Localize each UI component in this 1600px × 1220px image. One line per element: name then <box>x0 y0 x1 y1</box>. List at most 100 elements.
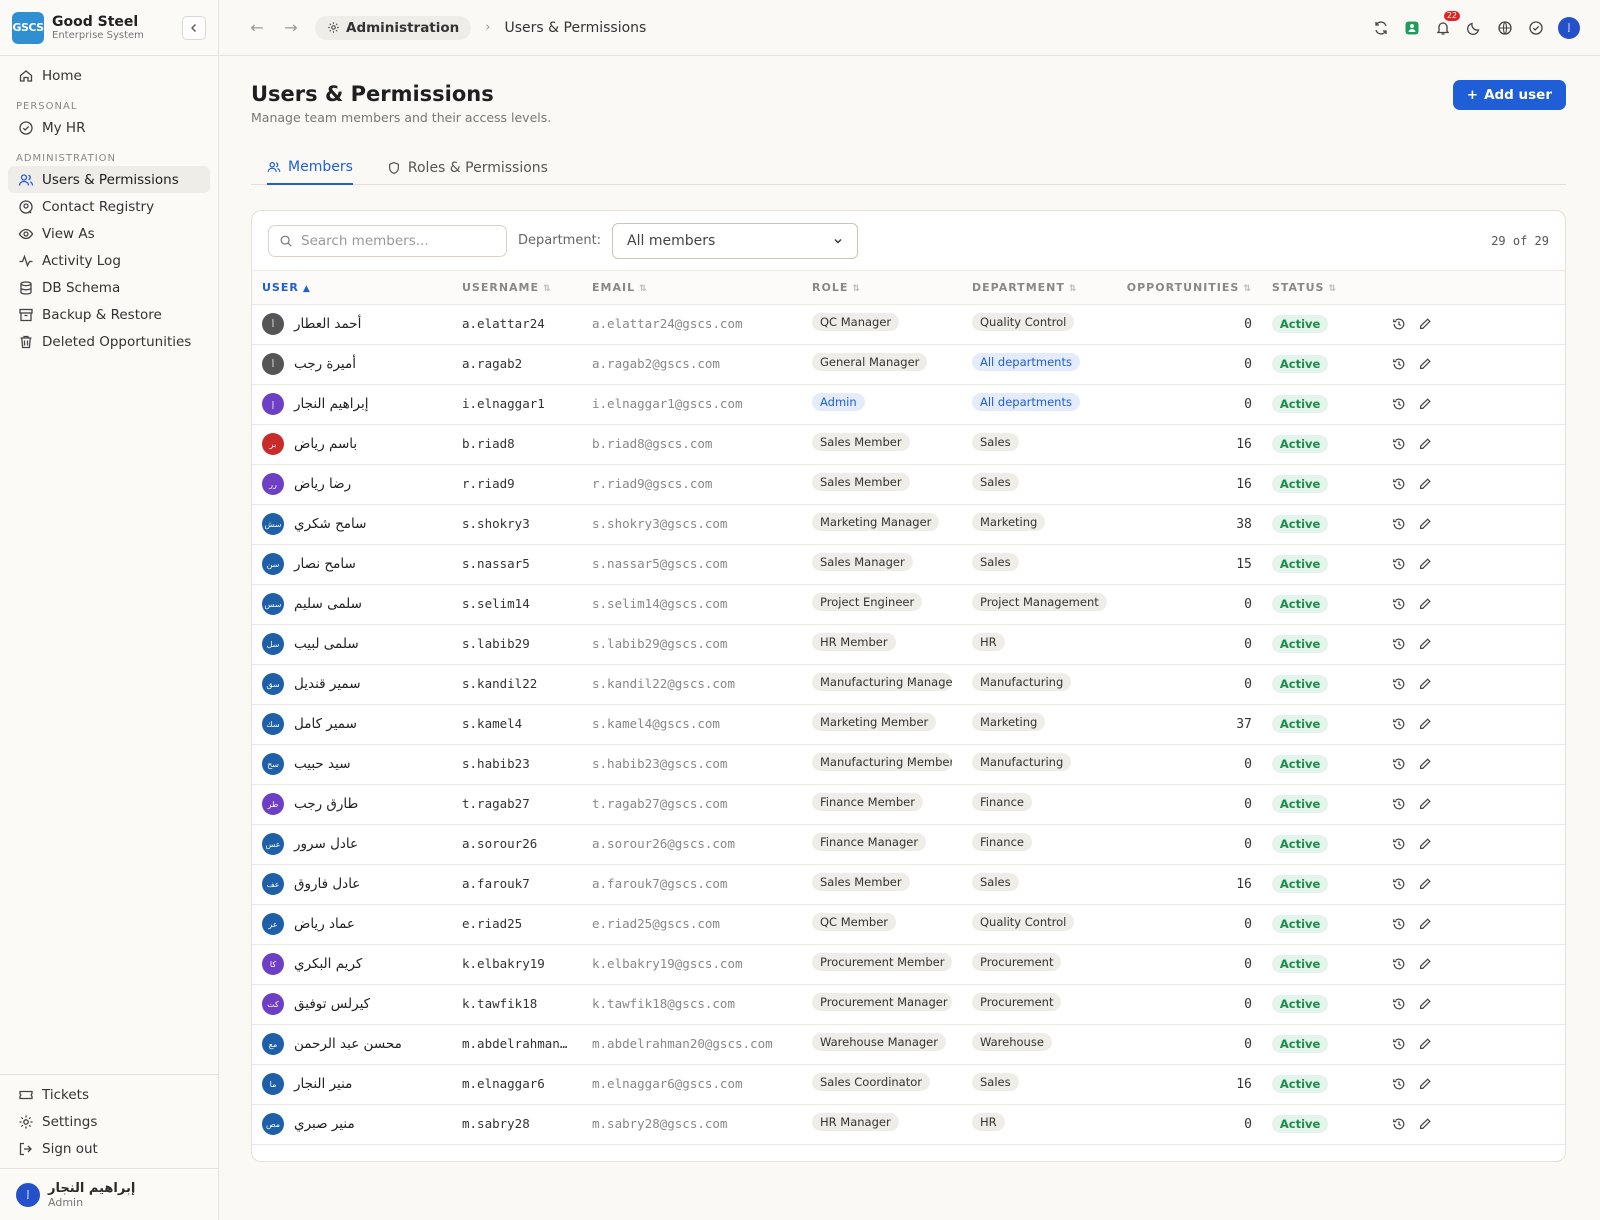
history-icon[interactable] <box>1392 477 1406 491</box>
sidebar-item-db-schema[interactable]: DB Schema <box>8 274 210 301</box>
edit-pencil-icon[interactable] <box>1418 957 1432 971</box>
add-user-button[interactable]: + Add user <box>1452 80 1566 110</box>
edit-pencil-icon[interactable] <box>1418 1117 1432 1131</box>
edit-pencil-icon[interactable] <box>1418 597 1432 611</box>
table-row[interactable]: سك سمير كامل s.kamel4 s.kamel4@gscs.com Mark… <box>252 704 1565 745</box>
user-profile[interactable]: إ إبراهيم النجار Admin <box>0 1168 218 1220</box>
table-row[interactable]: مص منير صبري m.sabry28 m.sabry28@gscs.com HR… <box>252 1104 1565 1145</box>
table-row[interactable]: سش سامح شكري s.shokry3 s.shokry3@gscs.com Ma… <box>252 504 1565 545</box>
hr-app-icon[interactable] <box>1403 19 1421 37</box>
edit-pencil-icon[interactable] <box>1418 397 1432 411</box>
column-header-department[interactable]: DEPARTMENT ⇅ <box>962 271 1117 305</box>
edit-pencil-icon[interactable] <box>1418 1077 1432 1091</box>
sidebar-item-contact-registry[interactable]: Contact Registry <box>8 193 210 220</box>
avatar[interactable]: إ <box>1558 16 1580 39</box>
history-icon[interactable] <box>1392 557 1406 571</box>
column-header-role[interactable]: ROLE ⇅ <box>802 271 962 305</box>
table-row[interactable]: إ إبراهيم النجار i.elnaggar1 i.elnaggar1@gs… <box>252 384 1565 425</box>
sidebar-item-view-as[interactable]: View As <box>8 220 210 247</box>
moon-icon[interactable] <box>1465 19 1483 37</box>
edit-pencil-icon[interactable] <box>1418 757 1432 771</box>
notifications-bell-icon[interactable]: 22 <box>1434 10 1460 37</box>
edit-pencil-icon[interactable] <box>1418 557 1432 571</box>
history-icon[interactable] <box>1392 677 1406 691</box>
history-icon[interactable] <box>1392 637 1406 651</box>
history-icon[interactable] <box>1392 317 1406 331</box>
table-row[interactable]: كت كيرلس توفيق k.tawfik18 k.tawfik18@gscs.c… <box>252 984 1565 1025</box>
edit-pencil-icon[interactable] <box>1418 1037 1432 1051</box>
edit-pencil-icon[interactable] <box>1418 677 1432 691</box>
history-icon[interactable] <box>1392 597 1406 611</box>
table-row[interactable]: سس سلمى سليم s.selim14 s.selim14@gscs.com Pr… <box>252 584 1565 625</box>
sidebar-item-tickets[interactable]: Tickets <box>8 1081 210 1108</box>
edit-pencil-icon[interactable] <box>1418 637 1432 651</box>
check-circle-icon[interactable] <box>1527 19 1545 37</box>
history-icon[interactable] <box>1392 757 1406 771</box>
history-icon[interactable] <box>1392 837 1406 851</box>
table-row[interactable]: عس عادل سرور a.sorour26 a.sorour26@gscs.com… <box>252 824 1565 865</box>
edit-pencil-icon[interactable] <box>1418 437 1432 451</box>
collapse-sidebar-button[interactable] <box>182 15 206 40</box>
edit-pencil-icon[interactable] <box>1418 357 1432 371</box>
table-row[interactable]: بر باسم رياض b.riad8 b.riad8@gscs.com Sales … <box>252 424 1565 465</box>
back-arrow-icon[interactable]: ← <box>247 18 267 37</box>
history-icon[interactable] <box>1392 357 1406 371</box>
sidebar-item-my-hr[interactable]: My HR <box>8 114 210 141</box>
edit-pencil-icon[interactable] <box>1418 837 1432 851</box>
sidebar-item-sign-out[interactable]: Sign out <box>8 1135 210 1162</box>
globe-icon[interactable] <box>1496 19 1514 37</box>
column-header-opportunities[interactable]: OPPORTUNITIES ⇅ <box>1116 271 1262 305</box>
history-icon[interactable] <box>1392 717 1406 731</box>
history-icon[interactable] <box>1392 397 1406 411</box>
table-row[interactable]: سل سلمى لبيب s.labib29 s.labib29@gscs.com HR… <box>252 624 1565 665</box>
tab-members[interactable]: Members <box>267 145 353 185</box>
history-icon[interactable] <box>1392 957 1406 971</box>
sidebar-item-backup-restore[interactable]: Backup & Restore <box>8 301 210 328</box>
avatar: سل <box>262 633 284 655</box>
forward-arrow-icon[interactable]: → <box>281 18 301 37</box>
history-icon[interactable] <box>1392 437 1406 451</box>
sidebar-item-activity-log[interactable]: Activity Log <box>8 247 210 274</box>
column-header-status[interactable]: STATUS ⇅ <box>1261 271 1382 305</box>
edit-pencil-icon[interactable] <box>1418 877 1432 891</box>
table-row[interactable]: سق سمير قنديل s.kandil22 s.kandil22@gscs.co… <box>252 664 1565 705</box>
edit-pencil-icon[interactable] <box>1418 717 1432 731</box>
history-icon[interactable] <box>1392 877 1406 891</box>
column-header-user[interactable]: USER ▲ <box>252 271 452 305</box>
edit-pencil-icon[interactable] <box>1418 797 1432 811</box>
sidebar-item-settings[interactable]: Settings <box>8 1108 210 1135</box>
department-select[interactable]: All members <box>612 222 859 259</box>
table-row[interactable]: مع محسن عبد الرحمن m.abdelrahman… m.abdelra… <box>252 1024 1565 1065</box>
table-row[interactable]: سن سامح نصار s.nassar5 s.nassar5@gscs.com Sa… <box>252 544 1565 585</box>
table-row[interactable]: رر رضا رياض r.riad9 r.riad9@gscs.com Sales M… <box>252 464 1565 505</box>
edit-pencil-icon[interactable] <box>1418 517 1432 531</box>
history-icon[interactable] <box>1392 517 1406 531</box>
edit-pencil-icon[interactable] <box>1418 477 1432 491</box>
history-icon[interactable] <box>1392 1077 1406 1091</box>
column-header-email[interactable]: EMAIL ⇅ <box>582 271 802 305</box>
column-header-username[interactable]: USERNAME ⇅ <box>452 271 582 305</box>
table-row[interactable]: أ أميرة رجب a.ragab2 a.ragab2@gscs.com Gener… <box>252 344 1565 385</box>
edit-pencil-icon[interactable] <box>1418 997 1432 1011</box>
table-row[interactable]: سح سيد حبيب s.habib23 s.habib23@gscs.com Man… <box>252 744 1565 785</box>
sidebar-item-users-permissions[interactable]: Users & Permissions <box>8 166 210 193</box>
search-input[interactable]: Search members... <box>268 224 507 257</box>
history-icon[interactable] <box>1392 1037 1406 1051</box>
table-row[interactable]: أ أحمد العطار a.elattar24 a.elattar24@gscs.… <box>252 304 1565 345</box>
refresh-icon[interactable] <box>1372 19 1390 37</box>
table-row[interactable]: ما منير النجار m.elnaggar6 m.elnaggar6@gscs… <box>252 1064 1565 1105</box>
history-icon[interactable] <box>1392 797 1406 811</box>
history-icon[interactable] <box>1392 1117 1406 1131</box>
edit-pencil-icon[interactable] <box>1418 317 1432 331</box>
history-icon[interactable] <box>1392 997 1406 1011</box>
tab-roles-permissions[interactable]: Roles & Permissions <box>387 145 548 185</box>
table-row[interactable]: طر طارق رجب t.ragab27 t.ragab27@gscs.com Fin… <box>252 784 1565 825</box>
table-row[interactable]: عر عماد رياض e.riad25 e.riad25@gscs.com QC M… <box>252 904 1565 945</box>
edit-pencil-icon[interactable] <box>1418 917 1432 931</box>
table-row[interactable]: كا كريم البكري k.elbakry19 k.elbakry19@gscs… <box>252 944 1565 985</box>
history-icon[interactable] <box>1392 917 1406 931</box>
sidebar-item-deleted-opportunities[interactable]: Deleted Opportunities <box>8 328 210 355</box>
breadcrumb-parent[interactable]: Administration <box>315 15 472 40</box>
table-row[interactable]: عف عادل فاروق a.farouk7 a.farouk7@gscs.com S… <box>252 864 1565 905</box>
sidebar-item-home[interactable]: Home <box>8 62 210 89</box>
